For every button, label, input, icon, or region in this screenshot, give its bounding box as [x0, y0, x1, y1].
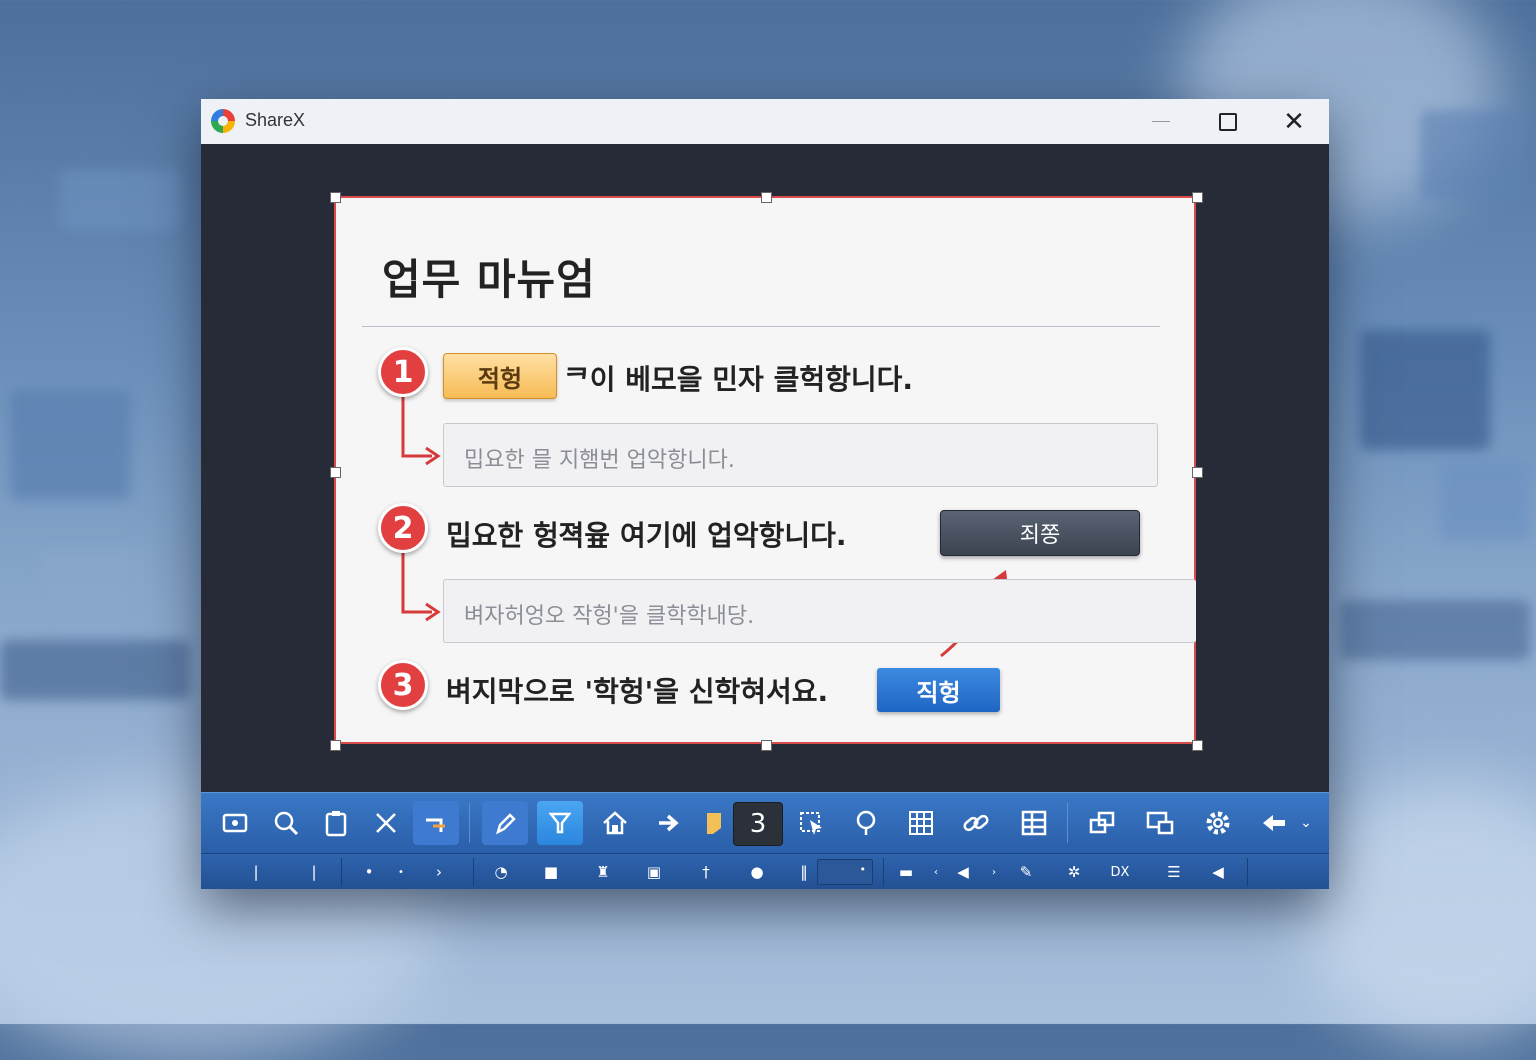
step-2-field-text: 벼자허엉오 작헝'을 클학학내당.	[464, 604, 755, 629]
sticky-note-icon[interactable]	[694, 801, 734, 845]
select-icon[interactable]	[788, 801, 834, 845]
close-x-icon[interactable]	[363, 801, 409, 845]
size-dropdown[interactable]: •	[817, 859, 873, 885]
step-1-field-text: 밉요한 믈 지햄번 업악항니다.	[464, 448, 735, 473]
toolbar-separator	[341, 858, 342, 886]
resize-handle-s[interactable]	[761, 740, 772, 751]
copy-icon[interactable]	[1079, 801, 1125, 845]
grid-icon[interactable]	[898, 801, 944, 845]
minimize-icon	[1152, 121, 1170, 122]
clipboard-icon[interactable]	[313, 801, 359, 845]
volume-icon[interactable]: ◀	[1207, 860, 1229, 884]
resize-handle-sw[interactable]	[330, 740, 341, 751]
home-icon[interactable]	[592, 801, 638, 845]
pin-icon[interactable]	[843, 801, 889, 845]
capture-region-icon[interactable]	[212, 801, 258, 845]
filter-icon[interactable]	[537, 801, 583, 845]
tool-option-4-icon[interactable]: ▣	[644, 860, 664, 884]
window-title: ShareX	[245, 110, 306, 130]
chevron-left-icon[interactable]: ‹	[931, 860, 941, 884]
step-3-button[interactable]: 직헝	[877, 668, 1000, 712]
sharex-logo-icon	[211, 109, 235, 133]
screen-icon[interactable]	[1137, 801, 1183, 845]
maximize-button[interactable]	[1198, 99, 1258, 144]
close-icon: ✕	[1283, 106, 1305, 137]
audio-icon[interactable]: ◀	[953, 860, 973, 884]
resize-handle-n[interactable]	[761, 192, 772, 203]
tool-option-7-icon[interactable]: ‖	[797, 860, 811, 884]
dot-tiny-icon[interactable]: •	[393, 860, 409, 884]
toolbar-separator	[473, 858, 474, 886]
chevron-right-small-icon[interactable]: ›	[989, 860, 999, 884]
resize-handle-se[interactable]	[1192, 740, 1203, 751]
tool-option-3-icon[interactable]: ♜	[593, 860, 613, 884]
step-2-button[interactable]: 죄쫑	[940, 510, 1140, 556]
list-icon[interactable]: ☰	[1163, 860, 1185, 884]
pen-icon[interactable]	[482, 801, 528, 845]
chevron-down-icon[interactable]: ⌄	[1291, 801, 1321, 845]
step-1-button[interactable]: 적헝	[443, 353, 557, 399]
dx-icon[interactable]: DX	[1107, 860, 1133, 884]
brush-icon[interactable]: ✎	[1016, 860, 1036, 884]
toolbar-separator	[883, 858, 884, 886]
folder-icon[interactable]: ▬	[896, 860, 916, 884]
toolbar-separator	[469, 803, 470, 843]
line-width-thin-icon[interactable]: |	[251, 860, 261, 884]
minimize-button[interactable]	[1131, 99, 1191, 144]
step-1-badge: 1	[378, 347, 428, 397]
toolbar-separator	[1247, 858, 1248, 886]
arrow-right-icon[interactable]	[646, 801, 692, 845]
sharex-window: ShareX ✕ 업무 마뉴엄 1 적헝 ᄏ이 베모을 민자 클헉항니다. 밉요…	[201, 99, 1329, 889]
capture-region[interactable]: 업무 마뉴엄 1 적헝 ᄏ이 베모을 민자 클헉항니다. 밉요한 믈 지햄번 업…	[334, 196, 1196, 744]
editor-canvas[interactable]: 업무 마뉴엄 1 적헝 ᄏ이 베모을 민자 클헉항니다. 밉요한 믈 지햄번 업…	[201, 144, 1329, 792]
resize-handle-ne[interactable]	[1192, 192, 1203, 203]
tool-option-5-icon[interactable]: †	[696, 860, 716, 884]
maximize-icon	[1219, 112, 1237, 131]
gear-icon[interactable]	[1195, 801, 1241, 845]
close-button[interactable]: ✕	[1264, 99, 1324, 144]
tool-option-6-icon[interactable]: ●	[747, 860, 767, 884]
dropdown-arrow-icon: •	[859, 863, 867, 876]
resize-handle-e[interactable]	[1192, 467, 1203, 478]
effect-icon[interactable]: ✲	[1063, 860, 1085, 884]
tool-option-2-icon[interactable]: ■	[541, 860, 561, 884]
step-1-field[interactable]: 밉요한 믈 지햄번 업악항니다.	[443, 423, 1158, 487]
step-2-field[interactable]: 벼자허엉오 작헝'을 클학학내당.	[443, 579, 1196, 643]
link-icon[interactable]	[953, 801, 999, 845]
step-3-text: 벼지막으로 '학헝'을 신학혀서요.	[446, 675, 829, 708]
resize-handle-w[interactable]	[330, 467, 341, 478]
resize-handle-nw[interactable]	[330, 192, 341, 203]
tool-option-1-icon[interactable]: ◔	[491, 860, 511, 884]
dot-small-icon[interactable]: •	[361, 860, 377, 884]
toolbar-separator	[1067, 803, 1068, 843]
title-bar: ShareX ✕	[201, 99, 1329, 144]
chevron-right-icon[interactable]: ›	[431, 860, 447, 884]
main-toolbar: 3 ⌄	[201, 792, 1329, 854]
table-icon[interactable]	[1011, 801, 1057, 845]
step-2-badge: 2	[378, 503, 428, 553]
step-3-badge: 3	[378, 660, 428, 710]
step-1-text: ᄏ이 베모을 민자 클헉항니다.	[564, 363, 914, 396]
crop-icon[interactable]	[413, 801, 459, 845]
step-number-counter[interactable]: 3	[733, 802, 783, 846]
search-icon[interactable]	[263, 801, 309, 845]
secondary-toolbar: | | • • › ◔ ■ ♜ ▣ † ● ‖ • ▬ ‹ ◀ › ✎ ✲ DX…	[201, 853, 1329, 889]
step-2-text: 밉요한 헝젹윺 여기에 업악항니다.	[446, 519, 847, 552]
line-width-icon[interactable]: |	[309, 860, 319, 884]
